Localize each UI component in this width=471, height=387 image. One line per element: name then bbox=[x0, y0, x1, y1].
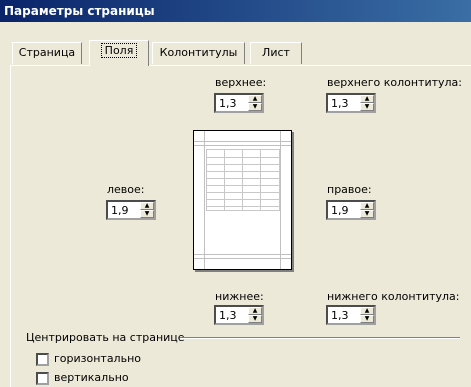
grid-row bbox=[206, 199, 280, 207]
left-margin-guide bbox=[204, 131, 205, 269]
header-margin-guide bbox=[194, 145, 291, 146]
page-preview bbox=[193, 130, 292, 270]
bottom-margin-spinner[interactable]: 1,3 ▲ ▼ bbox=[214, 305, 264, 325]
bottom-margin-guide bbox=[194, 258, 291, 259]
right-margin-spinner[interactable]: 1,9 ▲ ▼ bbox=[326, 200, 376, 220]
spin-up-icon[interactable]: ▲ bbox=[248, 95, 262, 103]
header-margin-label: верхнего колонтитула: bbox=[327, 76, 462, 89]
center-horizontal-label: горизонтально bbox=[54, 352, 141, 365]
top-margin-label: верхнее: bbox=[215, 76, 267, 89]
tab-margins-label: Поля bbox=[100, 43, 138, 58]
spin-down-icon[interactable]: ▼ bbox=[360, 210, 374, 218]
right-margin-guide bbox=[280, 131, 281, 269]
spin-up-icon[interactable]: ▲ bbox=[140, 202, 154, 210]
tab-header-footer[interactable]: Колонтитулы bbox=[152, 42, 245, 64]
left-margin-spinner[interactable]: 1,9 ▲ ▼ bbox=[106, 200, 156, 220]
top-margin-guide bbox=[194, 141, 291, 142]
spin-up-icon[interactable]: ▲ bbox=[360, 307, 374, 315]
spin-down-icon[interactable]: ▼ bbox=[248, 103, 262, 111]
spin-down-icon[interactable]: ▼ bbox=[360, 103, 374, 111]
spinner-buttons: ▲ ▼ bbox=[360, 95, 374, 111]
spinner-buttons: ▲ ▼ bbox=[248, 307, 262, 323]
footer-margin-spinner[interactable]: 1,3 ▲ ▼ bbox=[326, 305, 376, 325]
spin-down-icon[interactable]: ▼ bbox=[248, 315, 262, 323]
left-margin-label: левое: bbox=[107, 183, 145, 196]
top-margin-value: 1,3 bbox=[219, 97, 237, 110]
left-margin-value: 1,9 bbox=[111, 204, 129, 217]
grid-row bbox=[206, 171, 280, 179]
tab-sheet[interactable]: Лист bbox=[250, 42, 302, 64]
footer-margin-guide bbox=[194, 254, 291, 255]
tab-margins[interactable]: Поля bbox=[89, 40, 149, 66]
spin-down-icon[interactable]: ▼ bbox=[360, 315, 374, 323]
footer-margin-label: нижнего колонтитула: bbox=[327, 290, 460, 303]
right-margin-label: правое: bbox=[327, 183, 372, 196]
top-margin-spinner[interactable]: 1,3 ▲ ▼ bbox=[214, 93, 264, 113]
header-margin-value: 1,3 bbox=[331, 97, 349, 110]
bottom-margin-label: нижнее: bbox=[215, 290, 264, 303]
spin-up-icon[interactable]: ▲ bbox=[360, 95, 374, 103]
spin-up-icon[interactable]: ▲ bbox=[360, 202, 374, 210]
spinner-buttons: ▲ ▼ bbox=[140, 202, 154, 218]
center-horizontal-checkbox[interactable] bbox=[36, 353, 49, 366]
header-margin-spinner[interactable]: 1,3 ▲ ▼ bbox=[326, 93, 376, 113]
center-on-page-label: Центрировать на странице bbox=[26, 331, 185, 344]
spin-down-icon[interactable]: ▼ bbox=[140, 210, 154, 218]
spinner-buttons: ▲ ▼ bbox=[360, 307, 374, 323]
group-divider bbox=[180, 337, 460, 339]
spin-up-icon[interactable]: ▲ bbox=[248, 307, 262, 315]
center-vertical-checkbox[interactable] bbox=[36, 372, 49, 385]
center-vertical-label: вертикально bbox=[54, 371, 129, 384]
page-setup-dialog: Параметры страницы Страница Поля Колонти… bbox=[0, 0, 471, 387]
tab-page[interactable]: Страница bbox=[12, 42, 82, 64]
dialog-title: Параметры страницы bbox=[0, 0, 471, 22]
footer-margin-value: 1,3 bbox=[331, 309, 349, 322]
bottom-margin-value: 1,3 bbox=[219, 309, 237, 322]
grid-row bbox=[206, 157, 280, 165]
grid-row bbox=[206, 185, 280, 193]
spinner-buttons: ▲ ▼ bbox=[360, 202, 374, 218]
right-margin-value: 1,9 bbox=[331, 204, 349, 217]
sheet-grid-preview bbox=[206, 149, 280, 211]
spinner-buttons: ▲ ▼ bbox=[248, 95, 262, 111]
